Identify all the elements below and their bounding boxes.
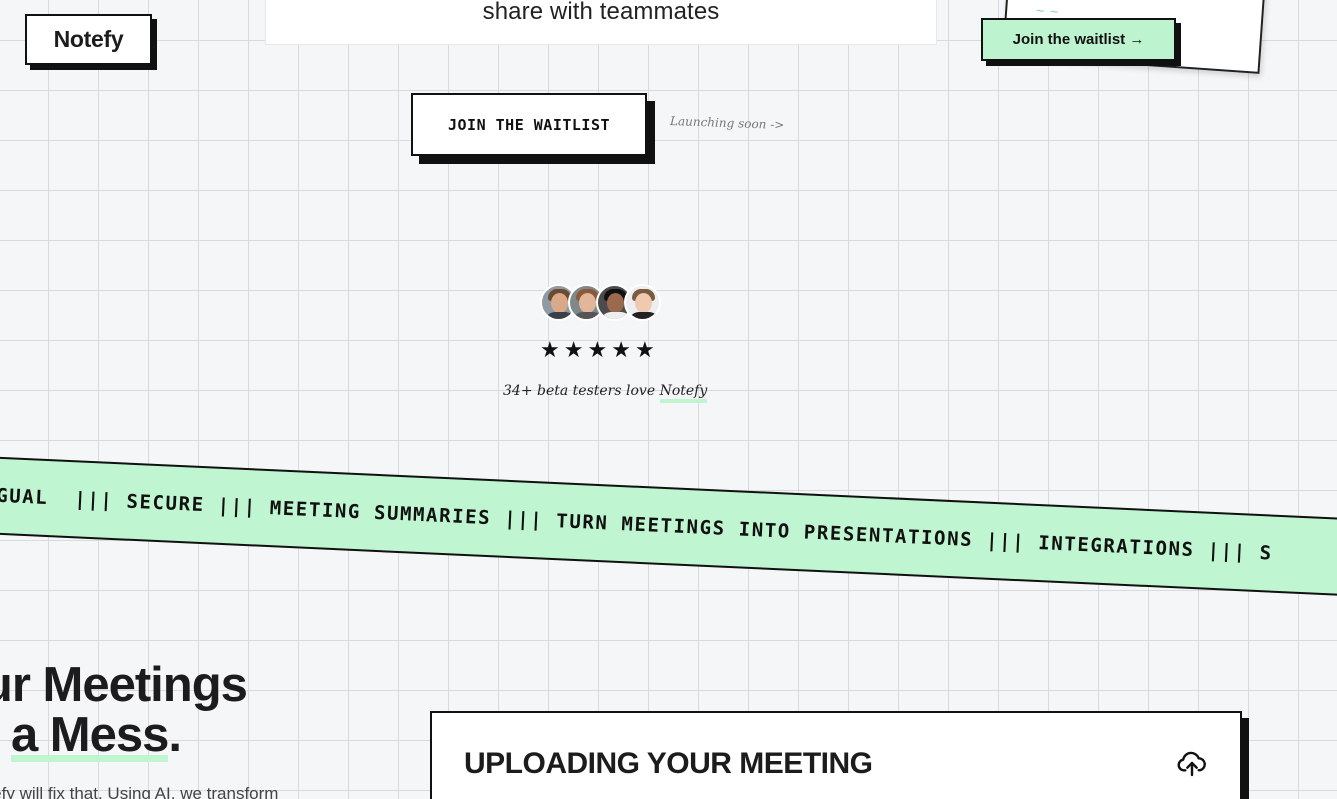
star-icon: ★ [540,337,563,362]
rating-stars: ★ ★ ★ ★ ★ [540,337,658,362]
beta-testers-brand: Notefy [659,383,708,403]
headline-line-2-prefix: re [0,708,11,762]
headline-line-2: re a Mess. [0,708,247,762]
join-waitlist-button[interactable]: JOIN THE WAITLIST [411,93,647,156]
upload-card: UPLOADING YOUR MEETING [430,711,1242,799]
marquee-text: IGUAL ||| SECURE ||| MEETING SUMMARIES |… [0,484,1274,565]
cloud-upload-icon[interactable] [1176,747,1208,779]
headline-highlight: a Mess [10,708,169,762]
star-icon: ★ [611,337,634,362]
star-icon: ★ [563,337,587,362]
problem-headline: our Meetings re a Mess. [0,658,248,762]
header-join-waitlist-button[interactable]: Join the waitlist → [981,18,1176,61]
problem-subtext: otefy will fix that. Using AI, we transf… [0,784,279,799]
avatar [624,284,661,321]
headline-line-1: our Meetings [0,658,248,712]
star-icon: ★ [587,337,610,362]
headline-period: . [168,708,182,762]
sticky-scribble: ~ ~ [1034,3,1060,19]
feature-marquee: IGUAL ||| SECURE ||| MEETING SUMMARIES |… [0,455,1337,600]
logo[interactable]: Notefy [25,14,152,65]
upload-card-title: UPLOADING YOUR MEETING [464,747,873,780]
hero-card: share with teammates [265,0,937,45]
hero-tagline: share with teammates [482,0,720,25]
beta-testers-text: 34+ beta testers love Notefy [503,383,708,403]
beta-testers-prefix: 34+ beta testers love [503,383,660,399]
star-icon: ★ [634,337,658,362]
avatar-group [540,284,661,322]
logo-text: Notefy [53,26,124,52]
launching-note: Launching soon -> [669,114,785,132]
